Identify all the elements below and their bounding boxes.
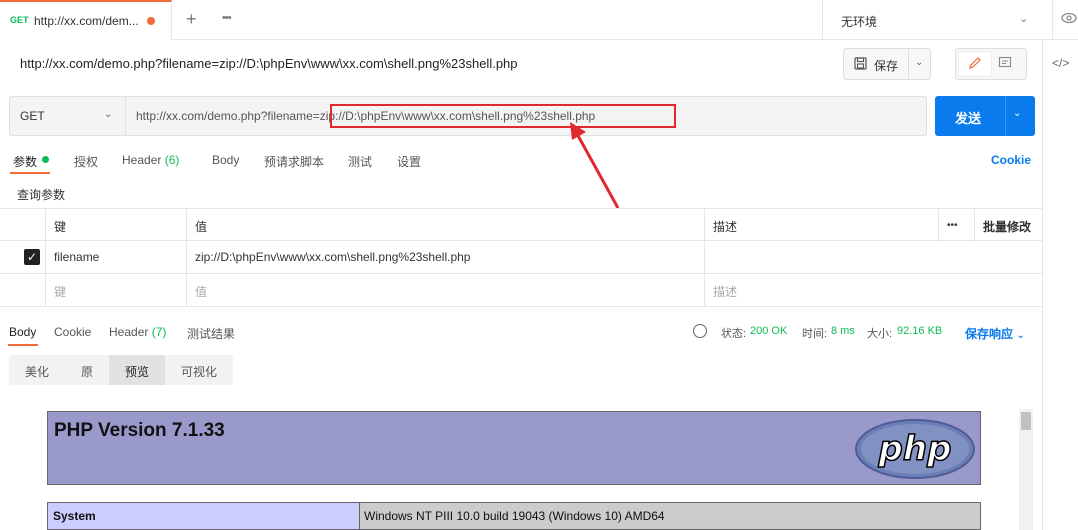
php-version-banner: PHP Version 7.1.33 php — [47, 411, 981, 485]
unsaved-dot-icon — [147, 17, 155, 25]
scrollbar-thumb[interactable] — [1021, 412, 1031, 430]
tab-settings[interactable]: 设置 — [397, 153, 421, 170]
column-header-value: 值 — [186, 209, 704, 242]
chevron-down-icon: ⌄ — [1019, 13, 1029, 25]
divider — [1005, 96, 1006, 136]
more-options-icon[interactable]: ••• — [938, 209, 974, 242]
more-tabs-icon[interactable]: ••• — [222, 12, 232, 24]
comment-icon[interactable] — [998, 56, 1012, 73]
table-header-row: 键 值 描述 ••• 批量修改 — [0, 208, 1042, 242]
send-button[interactable]: 发送 ⌄ — [935, 96, 1035, 136]
response-tab-tests[interactable]: 测试结果 — [187, 325, 235, 342]
status-value: 200 OK — [750, 325, 788, 337]
divider — [908, 49, 909, 79]
php-logo-text: php — [878, 429, 952, 469]
view-tab-preview[interactable]: 预览 — [109, 355, 165, 385]
annotation-arrow — [570, 122, 620, 209]
status-label: 状态: — [721, 328, 747, 340]
code-icon[interactable]: </> — [1052, 56, 1069, 70]
cookie-link[interactable]: Cookie — [991, 153, 1031, 167]
response-tab-body[interactable]: Body — [9, 325, 36, 339]
time-label: 时间: — [802, 328, 828, 340]
column-header-key: 键 — [45, 209, 186, 242]
system-key: System — [48, 503, 360, 529]
status-dot-icon — [42, 156, 49, 163]
tab-params[interactable]: 参数 — [13, 153, 37, 170]
tab-header[interactable]: Header (6) — [122, 153, 179, 167]
send-label: 发送 — [955, 111, 982, 126]
active-tab-indicator — [8, 344, 38, 346]
tab-title: http://xx.com/dem... — [34, 14, 139, 28]
response-header-label: Header — [109, 325, 149, 339]
tab-header-count: (6) — [164, 153, 180, 167]
environment-label: 无环境 — [841, 15, 878, 29]
time-value: 8 ms — [831, 325, 855, 337]
response-preview: PHP Version 7.1.33 php System Windows NT… — [8, 393, 1034, 530]
size-value: 92.16 KB — [897, 325, 943, 337]
tab-tests[interactable]: 测试 — [348, 153, 372, 170]
response-tab-header[interactable]: Header (7) — [109, 325, 166, 339]
new-value-input[interactable]: 值 — [186, 274, 704, 307]
view-mode-toggle — [955, 48, 1027, 80]
view-tab-visualize[interactable]: 可视化 — [165, 355, 233, 385]
method-select[interactable]: GET ⌄ — [10, 97, 126, 135]
chevron-down-icon: ⌄ — [104, 109, 113, 120]
system-value: Windows NT PIII 10.0 build 19043 (Window… — [364, 509, 665, 523]
checkbox-checked-icon[interactable]: ✓ — [24, 249, 40, 265]
bulk-edit-button[interactable]: 批量修改 — [974, 209, 1042, 242]
view-tab-raw[interactable]: 原 — [65, 355, 109, 385]
preview-scrollbar[interactable] — [1019, 409, 1033, 530]
save-label: 保存 — [874, 59, 899, 73]
right-sidebar: </> — [1042, 40, 1078, 530]
new-desc-input[interactable]: 描述 — [704, 274, 1042, 307]
params-table: 键 值 描述 ••• 批量修改 ✓ filename zip://D:\phpE… — [0, 208, 1042, 308]
tab-body[interactable]: Body — [212, 153, 239, 167]
save-response-label: 保存响应 — [965, 327, 1014, 341]
column-header-desc: 描述 — [704, 209, 938, 242]
response-header-count: (7) — [151, 325, 167, 339]
chevron-down-icon: ⌄ — [1016, 330, 1025, 341]
save-icon — [854, 57, 867, 73]
param-desc[interactable] — [704, 241, 1042, 274]
globe-icon[interactable] — [693, 324, 707, 338]
php-version-title: PHP Version 7.1.33 — [54, 420, 225, 441]
method-value: GET — [20, 109, 45, 123]
chevron-down-icon[interactable]: ⌄ — [915, 57, 923, 68]
response-view-tabs: 美化 原 预览 可视化 — [9, 355, 233, 385]
tab-auth[interactable]: 授权 — [74, 153, 98, 170]
param-key[interactable]: filename — [45, 241, 186, 274]
tab-header-label: Header — [122, 153, 162, 167]
param-value[interactable]: zip://D:\phpEnv\www\xx.com\shell.png%23s… — [186, 241, 704, 274]
add-tab-icon[interactable]: + — [186, 9, 197, 30]
table-row-empty: 键 值 描述 — [0, 274, 1042, 307]
response-tab-cookie[interactable]: Cookie — [54, 325, 91, 339]
save-button[interactable]: 保存 ⌄ — [843, 48, 931, 80]
pencil-icon[interactable] — [958, 51, 992, 77]
view-tab-pretty[interactable]: 美化 — [9, 355, 65, 385]
environment-select[interactable]: 无环境 ⌄ — [822, 0, 1042, 40]
php-logo-icon: php — [855, 419, 975, 479]
tab-prerequest[interactable]: 预请求脚本 — [264, 153, 324, 170]
save-response-button[interactable]: 保存响应 ⌄ — [965, 325, 1025, 342]
tab-method: GET — [10, 15, 29, 25]
table-row: ✓ filename zip://D:\phpEnv\www\xx.com\sh… — [0, 241, 1042, 274]
chevron-down-icon[interactable]: ⌄ — [1013, 108, 1021, 119]
active-tab-indicator — [10, 172, 50, 174]
eye-icon[interactable] — [1052, 0, 1078, 40]
new-key-input[interactable]: 键 — [45, 274, 186, 307]
request-tab[interactable]: GET http://xx.com/dem... — [0, 0, 172, 40]
size-label: 大小: — [867, 328, 893, 340]
system-info-row: System Windows NT PIII 10.0 build 19043 … — [47, 502, 981, 530]
tab-bar: GET http://xx.com/dem... + ••• 无环境 ⌄ — [0, 0, 1078, 40]
request-name: http://xx.com/demo.php?filename=zip://D:… — [20, 56, 518, 71]
query-params-title: 查询参数 — [17, 188, 66, 202]
